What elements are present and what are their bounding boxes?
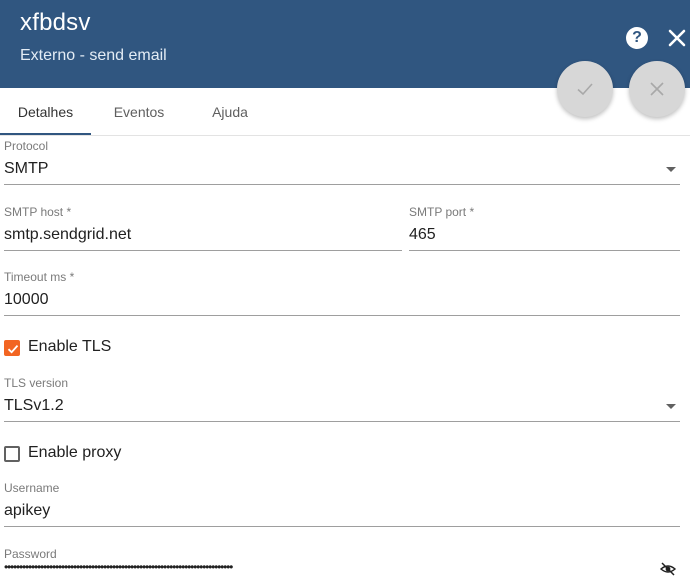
tab-detalhes[interactable]: Detalhes (0, 88, 91, 136)
tls-version-value: TLSv1.2 (4, 397, 64, 414)
enable-proxy-checkbox[interactable] (4, 446, 20, 462)
chevron-down-icon (666, 404, 676, 409)
enable-tls-checkbox[interactable] (4, 340, 20, 356)
enable-tls-checkbox-row[interactable]: Enable TLS (4, 338, 204, 358)
timeout-underline (4, 315, 680, 316)
password-field[interactable]: Password •••••••••••••••••••••••••••••••… (4, 547, 680, 582)
smtp-port-label: SMTP port * (409, 205, 475, 219)
smtp-host-field[interactable]: SMTP host * smtp.sendgrid.net (4, 205, 402, 251)
username-underline (4, 526, 680, 527)
timeout-label: Timeout ms * (4, 270, 75, 284)
visibility-off-icon[interactable] (659, 561, 677, 577)
protocol-select[interactable]: Protocol SMTP (4, 139, 680, 185)
timeout-field[interactable]: Timeout ms * 10000 (4, 270, 680, 316)
smtp-port-value: 465 (409, 226, 436, 243)
help-icon[interactable]: ? (626, 27, 648, 49)
tls-version-label: TLS version (4, 376, 69, 390)
smtp-port-field[interactable]: SMTP port * 465 (409, 205, 680, 251)
password-value: ••••••••••••••••••••••••••••••••••••••••… (4, 560, 233, 574)
timeout-value: 10000 (4, 291, 49, 308)
smtp-host-underline (4, 250, 402, 251)
tls-version-underline (4, 421, 680, 422)
protocol-value: SMTP (4, 160, 49, 177)
tab-ajuda[interactable]: Ajuda (187, 88, 273, 136)
smtp-port-underline (409, 250, 680, 251)
chevron-down-icon (666, 167, 676, 172)
username-label: Username (4, 481, 60, 495)
dialog-subtitle: Externo - send email (20, 47, 167, 64)
enable-proxy-checkbox-row[interactable]: Enable proxy (4, 444, 204, 464)
enable-proxy-label: Enable proxy (28, 444, 122, 461)
tab-bar: Detalhes Eventos Ajuda (0, 88, 690, 136)
username-value: apikey (4, 502, 51, 519)
tls-version-select[interactable]: TLS version TLSv1.2 (4, 376, 680, 422)
password-label: Password (4, 547, 57, 561)
smtp-host-label: SMTP host * (4, 205, 72, 219)
tab-eventos[interactable]: Eventos (91, 88, 187, 136)
smtp-host-value: smtp.sendgrid.net (4, 226, 132, 243)
username-field[interactable]: Username apikey (4, 481, 680, 527)
checkmark-icon (7, 345, 19, 354)
dialog-title: xfbdsv (20, 9, 91, 36)
protocol-underline (4, 184, 680, 185)
protocol-label: Protocol (4, 139, 49, 153)
enable-tls-label: Enable TLS (28, 338, 112, 355)
close-icon[interactable] (666, 26, 688, 50)
active-tab-indicator (0, 133, 91, 135)
